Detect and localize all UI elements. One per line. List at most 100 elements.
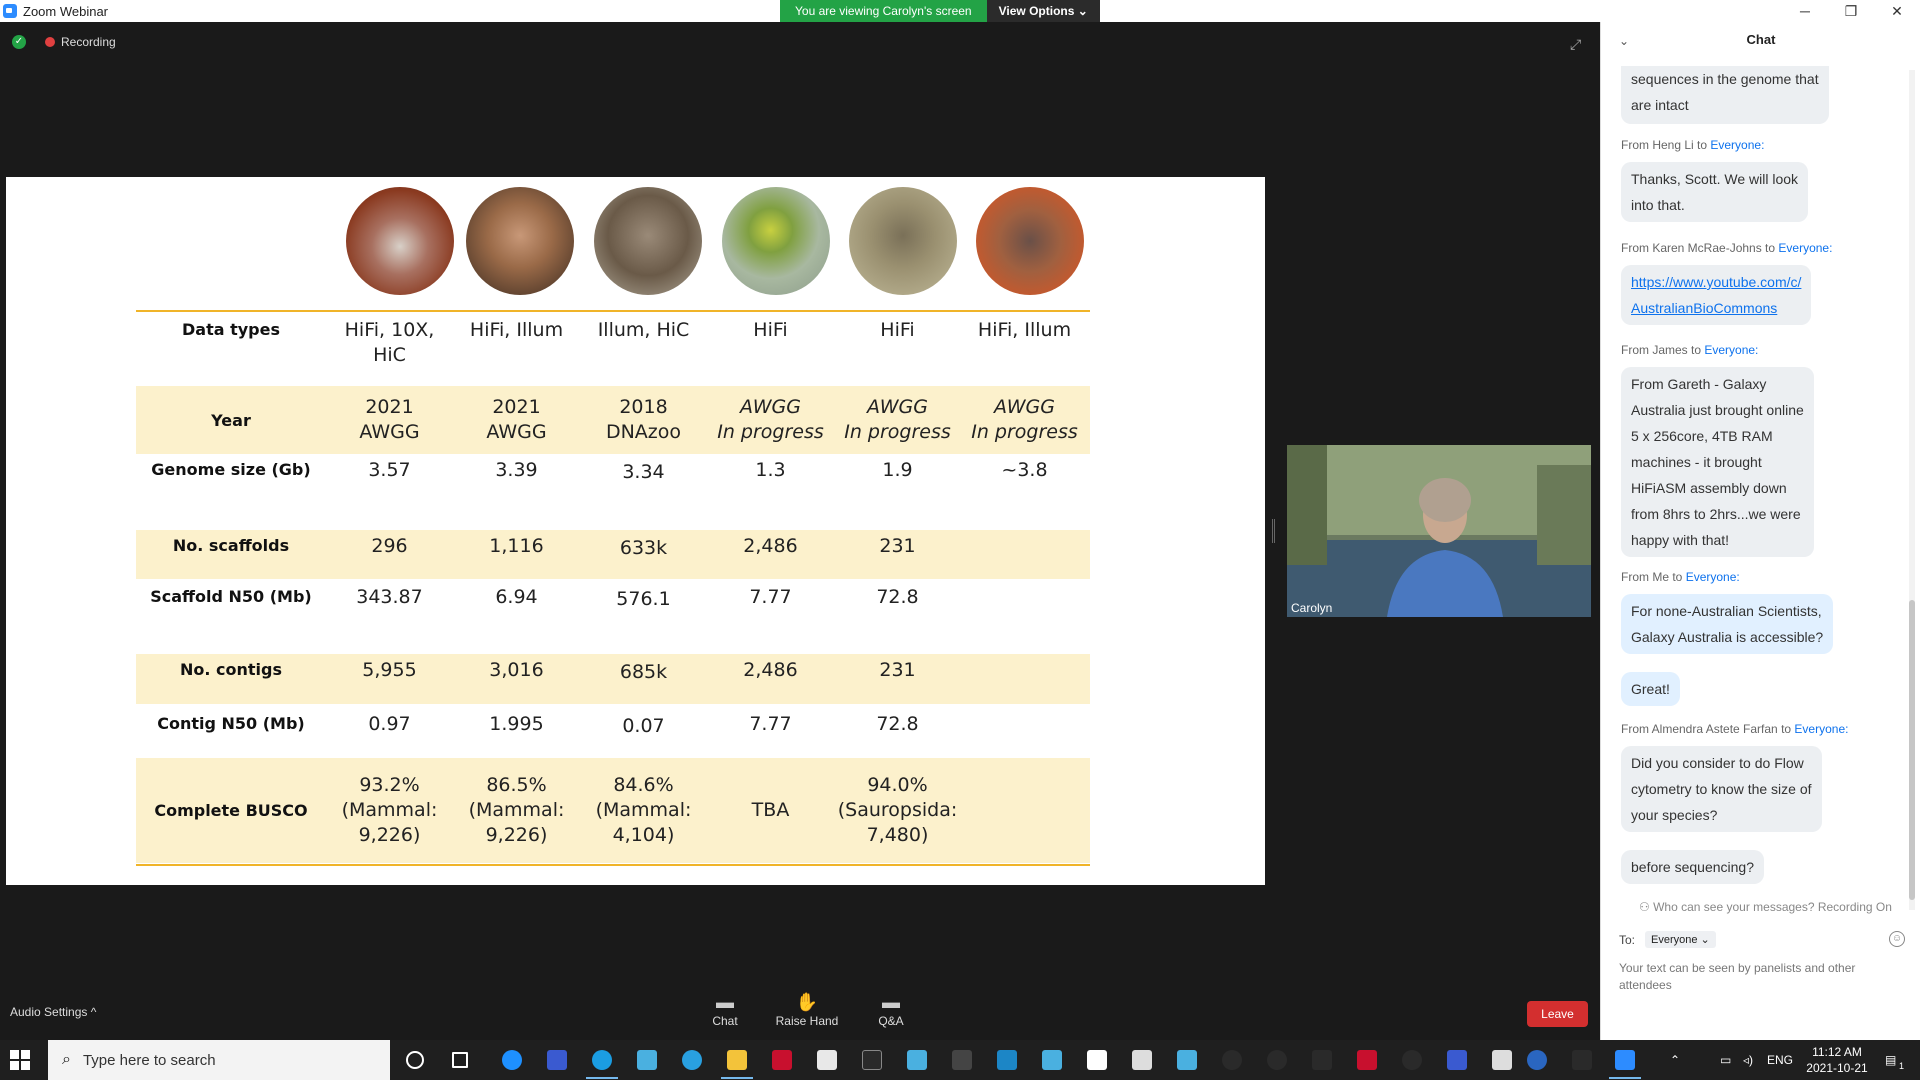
scrollbar-thumb[interactable] [1909,600,1915,900]
row-label: Data types [182,320,280,339]
chat-scrollbar[interactable] [1909,70,1915,910]
ie-icon[interactable] [1177,1050,1197,1070]
browser-icon[interactable] [682,1050,702,1070]
r-icon[interactable] [1527,1050,1547,1070]
chat-input[interactable]: Your text can be seen by panelists and o… [1619,960,1889,994]
app-icon[interactable] [1572,1050,1592,1070]
app-icon[interactable] [772,1050,792,1070]
table-cell: AWGG In progress [971,396,1078,443]
table-cell: HiFi [753,319,788,341]
emoji-icon[interactable]: ☺ [1889,931,1905,947]
chat-message: Thanks, Scott. We will look into that. [1621,162,1809,222]
app-icon[interactable] [952,1050,972,1070]
table-cell: 0.07 [622,715,665,737]
recipient[interactable]: Everyone: [1710,138,1764,152]
recipient[interactable]: Everyone: [1704,343,1758,357]
app-icon[interactable] [817,1050,837,1070]
table-row: Genome size (Gb) 3.57 3.39 3.34 1.3 1.9 … [136,456,1090,522]
app-icon[interactable] [1132,1050,1152,1070]
audio-settings-button[interactable]: Audio Settings ^ [10,1005,96,1019]
task-view-icon[interactable] [452,1052,468,1068]
table-row: Year 2021 AWGG 2021 AWGG 2018 DNAzoo AWG… [136,386,1090,454]
github-icon[interactable] [1402,1050,1422,1070]
graduation-icon[interactable] [862,1050,882,1070]
parrot-photo [722,187,830,295]
taskbar-search[interactable]: ⌕ Type here to search [48,1040,390,1080]
table-row: No. scaffolds 296 1,116 633k 2,486 231 [136,530,1090,579]
recording-dot-icon [45,37,55,47]
table-cell: 2018 DNAzoo [605,396,682,443]
who-can-see-link[interactable]: ⚇ Who can see your messages? Recording O… [1639,900,1892,914]
github-icon[interactable] [1222,1050,1242,1070]
row-label: No. scaffolds [172,536,290,555]
tray-chevron-icon[interactable]: ⌃ [1670,1040,1680,1080]
leave-button[interactable]: Leave [1527,1001,1588,1027]
chat-button[interactable]: ▬ Chat [705,990,745,1028]
network-icon[interactable]: ▭ [1720,1040,1731,1080]
restore-button[interactable]: ❐ [1828,0,1874,22]
encryption-shield-icon[interactable]: ✓ [12,35,26,49]
table-cell: 2,486 [743,535,798,557]
sender-name: From James to [1621,343,1705,357]
chat-button-label: Chat [712,1014,738,1028]
table-row: Contig N50 (Mb) 0.97 1.995 0.07 7.77 72.… [136,708,1090,756]
cortana-icon[interactable] [406,1051,424,1069]
app-icon[interactable] [1447,1050,1467,1070]
qa-button[interactable]: ▬ Q&A [871,990,911,1028]
table-cell: Illum, HiC [597,319,690,341]
app-icon[interactable] [1312,1050,1332,1070]
speaker-video-frame [1287,445,1591,617]
recipient[interactable]: Everyone: [1794,722,1848,736]
minimize-button[interactable]: ─ [1782,0,1828,22]
app-icon[interactable] [547,1050,567,1070]
youtube-link[interactable]: https://www.youtube.com/c/ AustralianBio… [1631,269,1801,321]
table-cell: 2021 AWGG [359,396,420,443]
app-icon[interactable] [1357,1050,1377,1070]
shared-slide: Data types HiFi, 10X, HiC HiFi, Illum Il… [6,177,1265,885]
windows-start-icon[interactable] [10,1050,30,1070]
chat-message: before sequencing? [1621,850,1764,884]
speaker-video[interactable]: Carolyn [1287,445,1591,617]
notification-icon[interactable]: ▤ [1885,1040,1896,1080]
ie-icon[interactable] [907,1050,927,1070]
windows-taskbar: ⌕ Type here to search ⌃ ▭ ◃) ENG 11:12 A… [0,1040,1920,1080]
file-explorer-icon[interactable] [721,1050,753,1079]
app-icon[interactable] [1492,1050,1512,1070]
view-options-button[interactable]: View Options ⌄ [986,0,1100,22]
chat-message: https://www.youtube.com/c/ AustralianBio… [1621,265,1812,325]
qa-label: Q&A [878,1014,904,1028]
edge-icon[interactable] [586,1050,618,1079]
app-icon[interactable] [1087,1050,1107,1070]
close-button[interactable]: ✕ [1874,0,1920,22]
github-icon[interactable] [1267,1050,1287,1070]
table-cell: 72.8 [876,586,919,608]
raise-hand-button[interactable]: ✋ Raise Hand [774,990,840,1028]
ie-icon[interactable] [637,1050,657,1070]
chat-message: From Gareth - Galaxy Australia just brou… [1621,367,1814,557]
zoom-taskbar-icon[interactable] [1609,1050,1641,1079]
table-cell: 3.39 [495,459,538,481]
recipient-dropdown[interactable]: Everyone ⌄ [1645,931,1716,948]
language-indicator[interactable]: ENG [1767,1040,1793,1080]
sender-name: From Me to [1621,570,1686,584]
table-cell: 72.8 [876,713,919,735]
volume-icon[interactable]: ◃) [1743,1040,1753,1080]
table-cell: 2,486 [743,659,798,681]
ie-icon[interactable] [502,1050,522,1070]
fullscreen-icon[interactable]: ⤢ [1570,36,1581,53]
bilby-photo [346,187,454,295]
ie-icon[interactable] [1042,1050,1062,1070]
split-drag-handle[interactable] [1272,519,1275,543]
taskbar-search-placeholder: Type here to search [82,1051,216,1069]
row-label: No. contigs [179,660,282,679]
recipient-selector: To: Everyone ⌄ [1619,931,1716,948]
app-icon[interactable] [997,1050,1017,1070]
taskbar-clock[interactable]: 11:12 AM 2021-10-21 [1797,1044,1877,1076]
chat-message: For none-Australian Scientists, Galaxy A… [1621,594,1834,654]
recipient[interactable]: Everyone: [1686,570,1740,584]
row-label: Genome size (Gb) [151,460,311,479]
frog-photo [976,187,1084,295]
recipient[interactable]: Everyone: [1778,241,1832,255]
message-sender: From Heng Li to Everyone: [1621,138,1764,152]
recording-indicator[interactable]: Recording [45,35,116,49]
